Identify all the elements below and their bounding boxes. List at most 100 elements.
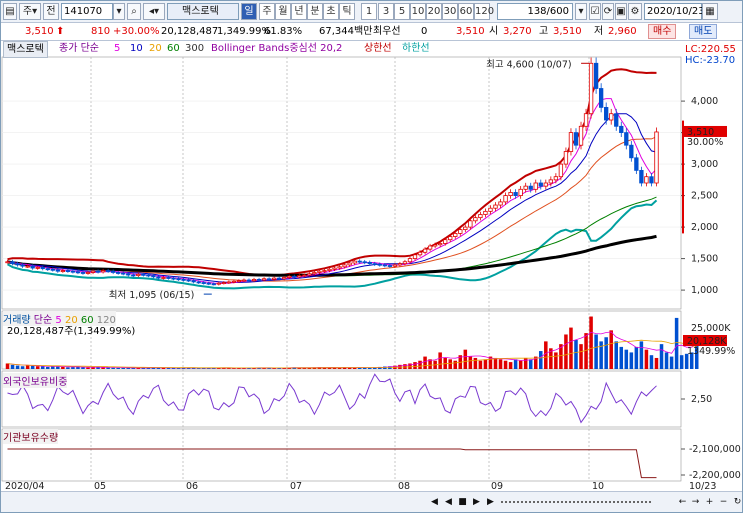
candle-body xyxy=(593,62,599,89)
candle-body xyxy=(432,244,438,247)
period-4[interactable]: 초 xyxy=(323,3,339,20)
candle-body xyxy=(266,278,272,281)
quote-open: 3,270 xyxy=(503,26,532,37)
search-icon[interactable]: ⌕ xyxy=(127,3,141,20)
interval-3[interactable]: 3 xyxy=(378,3,394,20)
low-label: 저 xyxy=(594,26,604,37)
candle-body xyxy=(322,270,327,272)
calendar-icon[interactable]: ▦ xyxy=(702,3,718,20)
candle-body xyxy=(538,182,543,187)
volume-bar xyxy=(25,365,30,369)
open-label: 시 xyxy=(489,26,499,37)
price-last-rate: 30.00% xyxy=(687,137,723,148)
candle-body xyxy=(553,176,559,181)
volume-bar xyxy=(46,366,50,369)
code-dropdown-icon[interactable]: ▾ xyxy=(113,3,125,20)
prev-icon[interactable]: ◀ xyxy=(442,496,455,509)
legend-ma-label: 종가 단순 xyxy=(59,43,99,54)
market-label: 주 xyxy=(22,6,33,17)
volume-bar xyxy=(544,341,548,369)
legend-ma300: 300 xyxy=(185,43,205,54)
badge-daily[interactable]: 일 xyxy=(241,3,257,20)
candle-body xyxy=(70,270,76,273)
candle-body xyxy=(639,169,644,184)
volume-bar xyxy=(498,359,503,369)
volume-bar xyxy=(624,349,629,369)
sell-button[interactable]: 매도 xyxy=(689,24,718,39)
interval-60[interactable]: 60 xyxy=(458,3,474,20)
volume-bar xyxy=(478,360,483,369)
stock-name: 맥스로텍 xyxy=(182,6,219,17)
last-icon[interactable]: ▶ xyxy=(484,496,497,509)
candle-body xyxy=(241,279,247,282)
count-dropdown-icon[interactable]: ▾ xyxy=(575,3,587,20)
period-3[interactable]: 분 xyxy=(307,3,323,20)
candle-body xyxy=(568,132,574,152)
prev-button[interactable]: 전 xyxy=(43,3,59,20)
volume-bar xyxy=(589,316,593,369)
legend-ma20: 20 xyxy=(149,43,162,54)
interval-20[interactable]: 20 xyxy=(426,3,442,20)
volume-bar xyxy=(674,317,679,369)
legend-ma10: 10 xyxy=(130,43,143,54)
candle-body xyxy=(427,245,433,250)
menu-icon[interactable]: ▤ xyxy=(3,3,17,20)
interval-120[interactable]: 120 xyxy=(474,3,494,20)
count-field[interactable]: 138/600 xyxy=(497,3,573,20)
candle-body xyxy=(25,265,30,268)
vol-value-label: 20,128,487주(1,349.99%) xyxy=(7,326,136,337)
candle-body xyxy=(35,267,40,269)
candle-body xyxy=(45,268,50,271)
candle-body xyxy=(468,220,473,228)
zoom-out-icon[interactable]: − xyxy=(717,496,730,509)
buy-button[interactable]: 매수 xyxy=(648,24,677,39)
stock-name-field[interactable]: 맥스로텍 xyxy=(167,3,239,20)
volume-bar xyxy=(629,352,634,369)
candle-body xyxy=(523,185,528,190)
interval-30[interactable]: 30 xyxy=(442,3,458,20)
zoom-in-icon[interactable]: + xyxy=(703,496,716,509)
volume-bar xyxy=(614,341,618,369)
period-1[interactable]: 월 xyxy=(275,3,291,20)
candle-body xyxy=(181,278,186,281)
chart-area[interactable]: 2020/04 05 06 07 08 09 10 10/23 1,000 1,500 2,000 2… xyxy=(1,41,743,491)
period-5[interactable]: 틱 xyxy=(339,3,355,20)
candle-body xyxy=(40,267,45,270)
up-arrow-icon: ⬆ xyxy=(56,26,65,37)
reset-icon[interactable]: ↻ xyxy=(731,496,742,509)
volume-bar xyxy=(503,360,508,369)
first-icon[interactable]: ◀ xyxy=(428,496,441,509)
candle-body xyxy=(261,278,267,281)
interval-1[interactable]: 1 xyxy=(361,3,377,20)
candle-body xyxy=(488,207,493,212)
save-icon[interactable]: ▣ xyxy=(615,3,627,20)
legend-bb-upper: 상한선 xyxy=(364,43,392,54)
stop-icon[interactable]: ■ xyxy=(456,496,469,509)
candle-body xyxy=(402,261,408,265)
next-icon[interactable]: ▶ xyxy=(470,496,483,509)
period-0[interactable]: 주 xyxy=(259,3,275,20)
candle-body xyxy=(352,260,357,264)
gear-icon[interactable]: ⚙ xyxy=(628,3,642,20)
period-2[interactable]: 년 xyxy=(291,3,307,20)
candle-body xyxy=(583,113,589,127)
interval-5[interactable]: 5 xyxy=(394,3,410,20)
right-arrow-icon[interactable]: → xyxy=(689,496,702,509)
y-tick-label: 1,000 xyxy=(691,285,718,296)
market-select[interactable]: 주▾ xyxy=(19,3,41,20)
interval-10[interactable]: 10 xyxy=(410,3,426,20)
panel-3 xyxy=(1,428,682,482)
volume-bar xyxy=(453,360,458,369)
volume-bar xyxy=(518,360,523,369)
scroll-track[interactable] xyxy=(501,501,651,505)
candle-body xyxy=(302,274,307,277)
sound-icon[interactable]: ◂▾ xyxy=(143,3,165,20)
volume-bar xyxy=(473,357,478,369)
volume-bar xyxy=(116,367,120,369)
checkbox-icon[interactable]: ☑ xyxy=(589,3,601,20)
refresh-icon[interactable]: ⟳ xyxy=(602,3,614,20)
left-arrow-icon[interactable]: ← xyxy=(676,496,689,509)
date-field[interactable]: 2020/10/23 xyxy=(644,3,705,20)
quote-low: 2,960 xyxy=(608,26,637,37)
stock-code-input[interactable]: 141070 xyxy=(61,3,113,20)
